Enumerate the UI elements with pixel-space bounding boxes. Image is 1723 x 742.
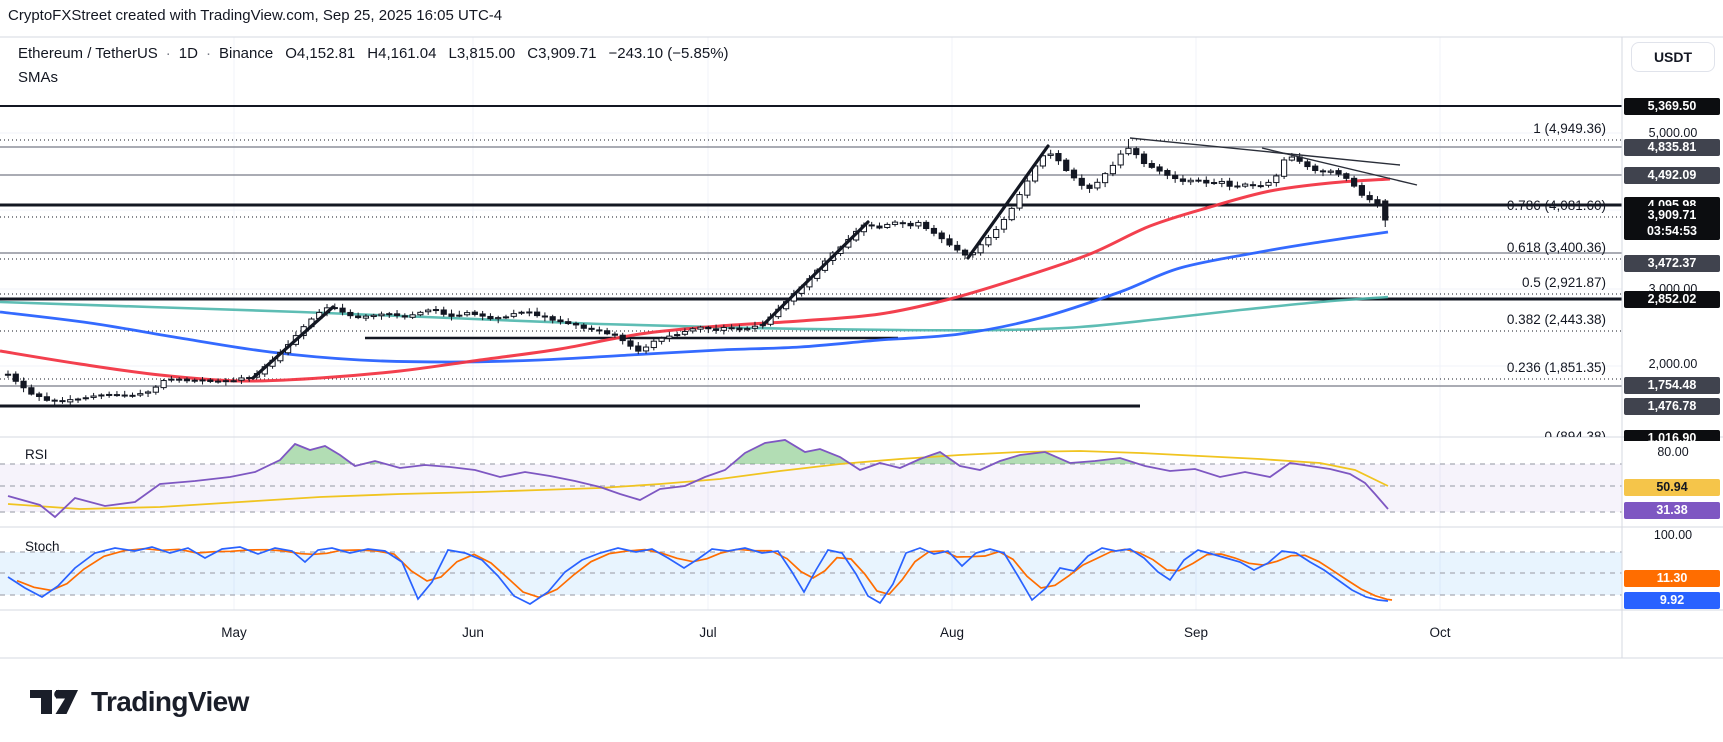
price-line-label: 4,835.81 (1624, 139, 1720, 156)
tradingview-logo-icon (30, 689, 78, 714)
legend-close-value: C3,909.71 (527, 45, 597, 62)
legend-symbol[interactable]: Ethereum / TetherUS (18, 45, 158, 62)
symbol-legend[interactable]: Ethereum / TetherUS · 1D · Binance O4,15… (18, 45, 729, 62)
indicator-axis-tick: 100.00 (1653, 528, 1693, 542)
time-axis-month: May (221, 625, 247, 640)
stoch-pane-title: Stoch (25, 539, 60, 554)
time-axis-month: Jul (699, 625, 717, 640)
price-line-label: 2,852.02 (1624, 291, 1720, 308)
price-line-label: 5,369.50 (1624, 98, 1720, 115)
indicator-value-label: 9.92 (1624, 592, 1720, 609)
price-line-label: 4,492.09 (1624, 167, 1720, 184)
bar-countdown: 03:54:53 (1646, 224, 1698, 238)
legend-exchange: Binance (218, 45, 274, 62)
time-axis[interactable]: May Jun Jul Aug Sep Oct (0, 610, 1622, 658)
legend-open-value: O4,152.81 (285, 45, 356, 62)
legend-separator: · (165, 45, 171, 62)
last-price-label: 3,909.71 03:54:53 (1624, 206, 1720, 240)
price-axis-tick: 2,000.00 (1648, 357, 1698, 371)
last-price-value: 3,909.71 (1647, 208, 1697, 222)
tradingview-logo-text: TradingView (91, 686, 249, 717)
time-axis-month: Sep (1183, 625, 1209, 640)
price-axis[interactable]: 5,000.00 3,000.00 2,000.00 5,369.50 4,835.81… (1623, 0, 1723, 742)
indicator-value-label: 11.30 (1624, 570, 1720, 587)
price-line-label: 3,472.37 (1624, 255, 1720, 272)
price-line-label: 1,754.48 (1624, 377, 1720, 394)
footer: TradingView (0, 660, 1723, 742)
rsi-pane-title: RSI (25, 447, 48, 462)
legend-low-value: L3,815.00 (448, 45, 516, 62)
time-axis-month: Aug (939, 625, 965, 640)
indicator-axis-tick: 80.00 (1657, 445, 1689, 459)
legend-high-value: H4,161.04 (367, 45, 437, 62)
indicator-value-label: 31.38 (1624, 502, 1720, 519)
legend-separator: · (205, 45, 211, 62)
tradingview-logo[interactable]: TradingView (28, 684, 249, 720)
time-axis-month: Oct (1429, 625, 1451, 640)
currency-button[interactable]: USDT (1631, 42, 1715, 72)
tradingview-chart-page: CryptoFXStreet created with TradingView.… (0, 0, 1723, 742)
price-line-label: 1,476.78 (1624, 398, 1720, 415)
legend-interval[interactable]: 1D (179, 45, 198, 62)
indicator-legend-smas[interactable]: SMAs (18, 69, 58, 86)
indicator-value-label: 50.94 (1624, 479, 1720, 496)
time-axis-month: Jun (462, 625, 484, 640)
legend-change-value: −243.10 (−5.85%) (608, 45, 729, 62)
